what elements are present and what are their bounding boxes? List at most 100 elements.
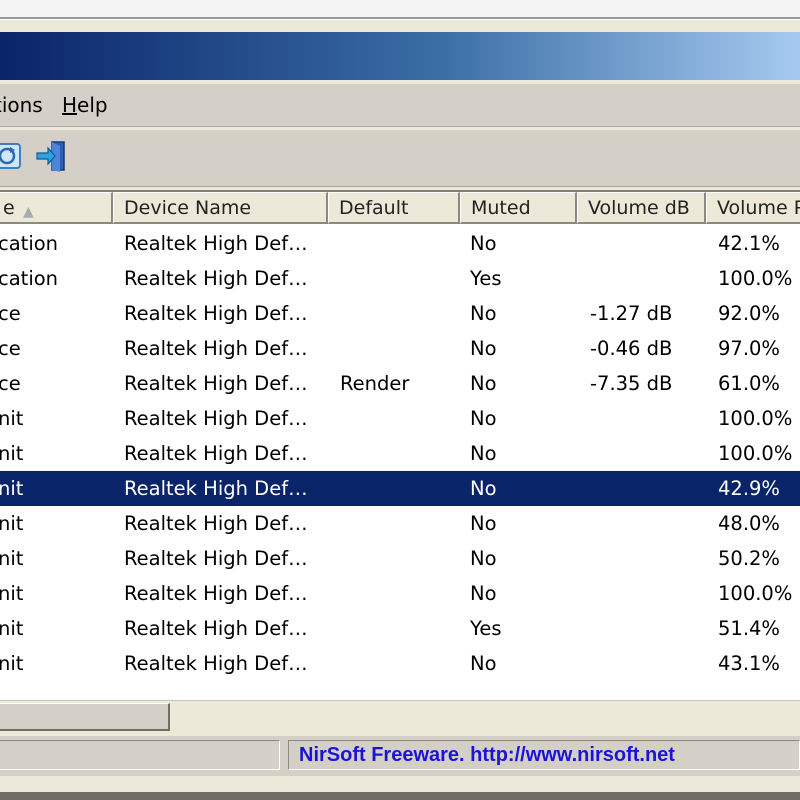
table-row[interactable]: nit Realtek High Def… No 100.0% [0, 576, 800, 611]
column-header-label: Muted [471, 197, 531, 219]
table-row[interactable]: cation Realtek High Def… No 42.1% [0, 226, 800, 261]
cell-volume-db [590, 541, 700, 576]
cell-volume-percent: 51.4% [718, 617, 780, 640]
cell-name: nit [0, 512, 24, 535]
divider [0, 17, 800, 19]
cell-default [340, 331, 450, 366]
scrollbar-thumb[interactable] [0, 703, 170, 731]
cell-device-name: Realtek High Def… [124, 652, 308, 675]
column-header-muted[interactable]: Muted [460, 192, 577, 224]
cell-name: nit [0, 652, 24, 675]
cell-volume-db [590, 471, 700, 506]
cell-volume-db [590, 226, 700, 261]
cell-muted: No [470, 512, 497, 535]
cell-volume-percent: 97.0% [718, 337, 780, 360]
nirsoft-link[interactable]: NirSoft Freeware. http://www.nirsoft.net [288, 740, 800, 770]
menu-bar: tions Help [0, 84, 800, 127]
cell-name: nit [0, 617, 24, 640]
cell-name: ce [0, 372, 21, 395]
horizontal-scrollbar[interactable] [0, 700, 800, 733]
title-bar[interactable] [0, 32, 800, 80]
table-row[interactable]: ce Realtek High Def… No -1.27 dB 92.0% [0, 296, 800, 331]
cell-name: nit [0, 407, 24, 430]
column-header-label: Volume P [717, 197, 800, 219]
cell-name: cation [0, 267, 59, 290]
cell-volume-percent: 50.2% [718, 547, 780, 570]
table-row[interactable]: nit Realtek High Def… No 100.0% [0, 436, 800, 471]
column-header-volume-percent[interactable]: Volume P [706, 192, 800, 224]
cell-default [340, 506, 450, 541]
cell-name: ce [0, 337, 21, 360]
cell-muted: No [470, 337, 497, 360]
cell-default [340, 226, 450, 261]
cell-muted: No [470, 442, 497, 465]
cell-default [340, 611, 450, 646]
cell-device-name: Realtek High Def… [124, 302, 308, 325]
table-row[interactable]: nit Realtek High Def… No 48.0% [0, 506, 800, 541]
cell-muted: No [470, 547, 497, 570]
cell-default [340, 576, 450, 611]
refresh-button[interactable] [0, 138, 26, 174]
cell-volume-db [590, 436, 700, 471]
cell-name: nit [0, 582, 24, 605]
table-row[interactable]: ce Realtek High Def… Render No -7.35 dB 61.0% [0, 366, 800, 401]
cell-muted: No [470, 407, 497, 430]
cell-volume-db [590, 646, 700, 681]
menu-help-mnemonic: H [62, 93, 78, 117]
cell-default [340, 296, 450, 331]
table-row[interactable]: ce Realtek High Def… No -0.46 dB 97.0% [0, 331, 800, 366]
cell-device-name: Realtek High Def… [124, 232, 308, 255]
column-header-name[interactable]: e ▲ [0, 192, 113, 224]
menu-help[interactable]: Help [62, 92, 108, 118]
column-header-volume-db[interactable]: Volume dB [577, 192, 706, 224]
cell-name: nit [0, 442, 24, 465]
column-header-label: e [3, 197, 15, 219]
table-row[interactable]: nit Realtek High Def… No 43.1% [0, 646, 800, 681]
cell-device-name: Realtek High Def… [124, 372, 308, 395]
cell-volume-db: -7.35 dB [590, 372, 673, 395]
table-row[interactable]: nit Realtek High Def… No 50.2% [0, 541, 800, 576]
cell-muted: No [470, 302, 497, 325]
cell-name: cation [0, 232, 59, 255]
column-header-default[interactable]: Default [328, 192, 460, 224]
cell-volume-percent: 48.0% [718, 512, 780, 535]
cell-muted: No [470, 477, 497, 500]
cell-volume-db [590, 576, 700, 611]
cell-name: nit [0, 547, 24, 570]
menu-help-label: elp [77, 93, 108, 117]
app-window: tions Help e ▲ Device Name [0, 20, 800, 792]
table-row[interactable]: nit Realtek High Def… Yes 51.4% [0, 611, 800, 646]
exit-button[interactable] [34, 138, 70, 174]
column-header-label: Volume dB [588, 197, 690, 219]
cell-volume-percent: 92.0% [718, 302, 780, 325]
cell-muted: Yes [470, 267, 502, 290]
menu-options[interactable]: tions [0, 92, 43, 118]
cell-name: nit [0, 477, 24, 500]
background-strip [0, 0, 800, 18]
table-row[interactable]: cation Realtek High Def… Yes 100.0% [0, 261, 800, 296]
cell-default [340, 401, 450, 436]
cell-device-name: Realtek High Def… [124, 267, 308, 290]
table-row[interactable]: nit Realtek High Def… No 42.9% [0, 471, 800, 506]
window-border [0, 792, 800, 800]
cell-device-name: Realtek High Def… [124, 337, 308, 360]
cell-default: Render [340, 372, 410, 395]
device-list[interactable]: e ▲ Device Name Default Muted Volume dB … [0, 190, 800, 700]
cell-volume-percent: 100.0% [718, 442, 793, 465]
cell-volume-percent: 61.0% [718, 372, 780, 395]
cell-device-name: Realtek High Def… [124, 617, 308, 640]
cell-default [340, 646, 450, 681]
cell-muted: No [470, 582, 497, 605]
status-bar: NirSoft Freeware. http://www.nirsoft.net [0, 736, 800, 776]
status-panel-left [0, 740, 280, 770]
column-header-device-name[interactable]: Device Name [113, 192, 328, 224]
cell-device-name: Realtek High Def… [124, 582, 308, 605]
cell-device-name: Realtek High Def… [124, 477, 308, 500]
exit-icon [36, 141, 65, 172]
cell-volume-percent: 100.0% [718, 267, 793, 290]
table-row[interactable]: nit Realtek High Def… No 100.0% [0, 401, 800, 436]
cell-volume-db [590, 611, 700, 646]
cell-volume-percent: 42.1% [718, 232, 780, 255]
column-header-row: e ▲ Device Name Default Muted Volume dB … [0, 192, 800, 226]
cell-name: ce [0, 302, 21, 325]
